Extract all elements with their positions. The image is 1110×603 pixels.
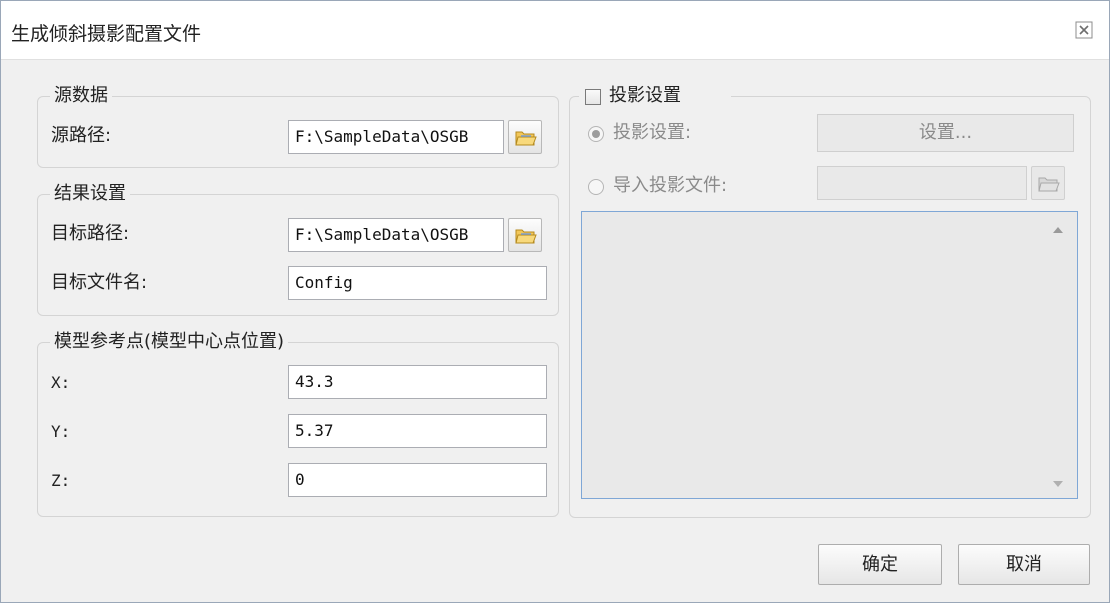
projection-checkbox-label: 投影设置: [609, 85, 681, 106]
import-projection-label: 导入投影文件:: [613, 175, 728, 196]
folder-open-icon: [509, 131, 541, 158]
import-browse-button[interactable]: [1031, 166, 1065, 200]
close-icon[interactable]: [1073, 19, 1095, 41]
target-path-label: 目标路径:: [51, 223, 130, 244]
projection-checkbox[interactable]: [585, 89, 601, 105]
folder-open-icon: [509, 229, 541, 256]
folder-open-icon: [1032, 177, 1064, 204]
target-file-input[interactable]: Config: [288, 266, 547, 300]
source-path-label: 源路径:: [51, 125, 112, 146]
projection-legend: 投影设置: [579, 84, 731, 110]
import-projection-input[interactable]: [817, 166, 1027, 200]
z-label: Z:: [51, 471, 71, 490]
projection-settings-button[interactable]: 设置...: [817, 114, 1074, 152]
source-browse-button[interactable]: [508, 120, 542, 154]
y-input[interactable]: 5.37: [288, 414, 547, 448]
projection-settings-label: 投影设置:: [613, 122, 692, 143]
source-path-input[interactable]: F:\SampleData\OSGB: [288, 120, 504, 154]
cancel-button[interactable]: 取消: [958, 544, 1090, 585]
projection-text-area[interactable]: [581, 211, 1078, 499]
z-input[interactable]: 0: [288, 463, 547, 497]
target-browse-button[interactable]: [508, 218, 542, 252]
x-input[interactable]: 43.3: [288, 365, 547, 399]
scroll-down-icon[interactable]: [1053, 481, 1063, 487]
y-label: Y:: [51, 422, 71, 441]
x-label: X:: [51, 373, 71, 392]
dialog-title: 生成倾斜摄影配置文件: [11, 23, 202, 45]
target-path-input[interactable]: F:\SampleData\OSGB: [288, 218, 504, 252]
target-file-label: 目标文件名:: [51, 272, 148, 293]
projection-settings-radio[interactable]: [588, 126, 604, 142]
result-settings-legend: 结果设置: [50, 182, 130, 206]
title-bar: 生成倾斜摄影配置文件: [1, 1, 1109, 60]
source-data-legend: 源数据: [50, 84, 112, 108]
reference-point-legend: 模型参考点(模型中心点位置): [50, 330, 289, 354]
import-projection-radio[interactable]: [588, 179, 604, 195]
config-dialog: 生成倾斜摄影配置文件 源数据 源路径: F:\SampleData\OSGB 结…: [0, 0, 1110, 603]
scroll-up-icon[interactable]: [1053, 227, 1063, 233]
ok-button[interactable]: 确定: [818, 544, 942, 585]
